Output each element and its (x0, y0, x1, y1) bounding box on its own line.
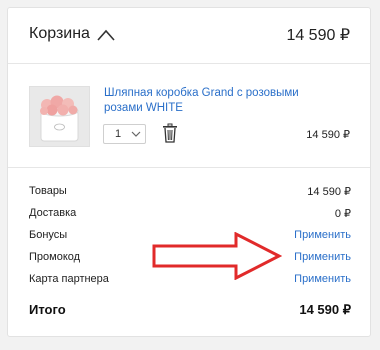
goods-label: Товары (29, 185, 67, 197)
apply-promo-link[interactable]: Применить (294, 251, 351, 263)
quantity-value: 1 (115, 128, 122, 140)
cart-header-total: 14 590 ₽ (286, 27, 350, 44)
summary-row-goods: Товары 14 590 ₽ (29, 185, 351, 203)
total-label: Итого (29, 302, 66, 317)
promo-label: Промокод (29, 251, 81, 263)
cart-header[interactable]: Корзина 14 590 ₽ (8, 8, 370, 64)
summary-total-row: Итого 14 590 ₽ (29, 302, 351, 322)
quantity-select[interactable]: 1 (103, 124, 146, 144)
cart-item: Шляпная коробка Grand с розовыми розами … (8, 64, 370, 168)
product-image[interactable] (29, 86, 90, 147)
goods-value: 14 590 ₽ (307, 186, 351, 198)
item-price: 14 590 ₽ (306, 129, 350, 141)
product-name-link[interactable]: Шляпная коробка Grand с розовыми розами … (104, 86, 324, 116)
product-photo-illustration (30, 87, 89, 146)
delivery-label: Доставка (29, 207, 77, 219)
partner-card-label: Карта партнера (29, 273, 109, 285)
bonuses-label: Бонусы (29, 229, 68, 241)
apply-partner-card-link[interactable]: Применить (294, 273, 351, 285)
apply-bonuses-link[interactable]: Применить (294, 229, 351, 241)
trash-icon[interactable] (162, 123, 178, 143)
summary-row-delivery: Доставка 0 ₽ (29, 207, 351, 225)
cart-title: Корзина (29, 25, 90, 42)
total-value: 14 590 ₽ (299, 302, 351, 317)
red-arrow-annotation (152, 232, 282, 280)
cart-card: Корзина 14 590 ₽ Шляпная коробка Grand с… (7, 7, 371, 337)
chevron-up-icon[interactable] (96, 28, 116, 42)
chevron-down-icon (131, 131, 141, 137)
delivery-value: 0 ₽ (334, 208, 351, 220)
